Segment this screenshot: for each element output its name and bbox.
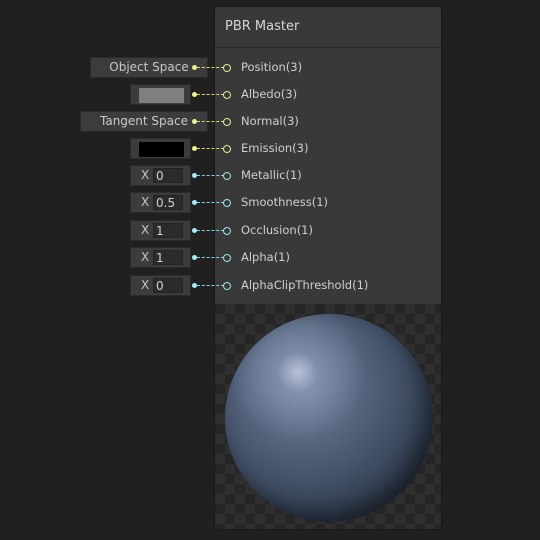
position-space-dropdown[interactable]: Object Space <box>90 57 208 78</box>
normal-space-dropdown[interactable]: Tangent Space <box>80 111 208 132</box>
input-port-icon[interactable] <box>223 118 231 126</box>
material-preview[interactable] <box>215 304 441 529</box>
connection-wire <box>197 230 224 231</box>
albedo-color-field[interactable] <box>130 84 191 105</box>
connection-wire <box>197 121 224 122</box>
input-port-icon[interactable] <box>223 227 231 235</box>
input-port-icon[interactable] <box>223 199 231 207</box>
port-row-smoothness: X 0.5 Smoothness(1) <box>0 192 540 214</box>
alpha-clip-threshold-field[interactable]: X 0 <box>130 275 191 296</box>
input-port-icon[interactable] <box>223 254 231 262</box>
emission-color-swatch[interactable] <box>139 142 184 157</box>
connection-wire <box>197 175 224 176</box>
port-row-alpha-clip-threshold: X 0 AlphaClipThreshold(1) <box>0 275 540 297</box>
albedo-color-swatch[interactable] <box>139 88 184 103</box>
port-label-alpha-clip-threshold: AlphaClipThreshold(1) <box>241 278 369 292</box>
port-label-occlusion: Occlusion(1) <box>241 223 313 237</box>
input-port-icon[interactable] <box>223 145 231 153</box>
connection-wire <box>197 67 224 68</box>
input-port-icon[interactable] <box>223 91 231 99</box>
metallic-input[interactable]: 0 <box>153 168 183 183</box>
alpha-input[interactable]: 1 <box>153 250 183 265</box>
occlusion-field[interactable]: X 1 <box>130 220 191 241</box>
alpha-field[interactable]: X 1 <box>130 247 191 268</box>
occlusion-input[interactable]: 1 <box>153 223 183 238</box>
input-port-icon[interactable] <box>223 282 231 290</box>
port-label-metallic: Metallic(1) <box>241 168 302 182</box>
port-row-albedo: Albedo(3) <box>0 84 540 106</box>
port-row-occlusion: X 1 Occlusion(1) <box>0 220 540 242</box>
smoothness-field[interactable]: X 0.5 <box>130 192 191 213</box>
connection-wire <box>197 257 224 258</box>
smoothness-input[interactable]: 0.5 <box>153 195 183 210</box>
port-label-alpha: Alpha(1) <box>241 250 290 264</box>
emission-color-field[interactable] <box>130 138 191 159</box>
sphere-preview-icon <box>225 314 433 522</box>
port-row-metallic: X 0 Metallic(1) <box>0 165 540 187</box>
input-port-icon[interactable] <box>223 64 231 72</box>
port-row-emission: Emission(3) <box>0 138 540 160</box>
port-row-normal: Tangent Space Normal(3) <box>0 111 540 133</box>
connection-wire <box>197 148 224 149</box>
connection-wire <box>197 285 224 286</box>
input-port-icon[interactable] <box>223 172 231 180</box>
node-title[interactable]: PBR Master <box>215 7 441 48</box>
port-row-alpha: X 1 Alpha(1) <box>0 247 540 269</box>
connection-wire <box>197 94 224 95</box>
port-label-smoothness: Smoothness(1) <box>241 195 329 209</box>
metallic-field[interactable]: X 0 <box>130 165 191 186</box>
port-row-position: Object Space Position(3) <box>0 57 540 79</box>
port-label-position: Position(3) <box>241 60 303 74</box>
connection-wire <box>197 202 224 203</box>
port-label-normal: Normal(3) <box>241 114 299 128</box>
port-label-emission: Emission(3) <box>241 141 309 155</box>
port-label-albedo: Albedo(3) <box>241 87 298 101</box>
alpha-clip-threshold-input[interactable]: 0 <box>153 278 183 293</box>
